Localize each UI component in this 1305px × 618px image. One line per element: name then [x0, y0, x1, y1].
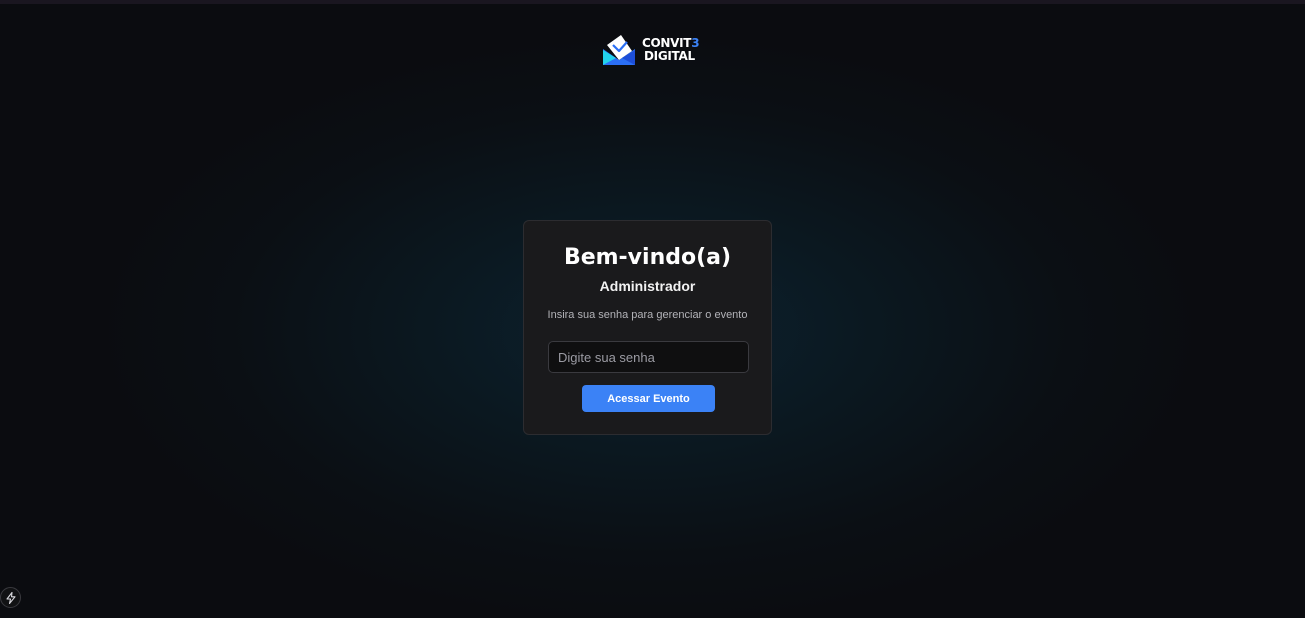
- brand-wordmark: CONVIT3 DIGITAL: [642, 36, 700, 63]
- brand-line2: DIGITAL: [644, 49, 695, 63]
- brand-logo: CONVIT3 DIGITAL: [601, 33, 701, 67]
- lightning-bolt-icon: [5, 591, 16, 604]
- brand-line1-accent: 3: [691, 36, 700, 50]
- login-title: Bem-vindo(a): [563, 245, 732, 270]
- brand-line1-main: CONVIT: [642, 36, 692, 50]
- top-strip: [0, 0, 1305, 4]
- login-card: Bem-vindo(a) Administrador Insira sua se…: [523, 220, 772, 435]
- access-event-button[interactable]: Acessar Evento: [582, 385, 715, 412]
- envelope-logo-icon: [603, 35, 635, 65]
- dev-tools-badge[interactable]: [0, 587, 21, 608]
- password-input[interactable]: [548, 341, 749, 373]
- login-subtitle: Administrador: [599, 278, 696, 294]
- login-instructions: Insira sua senha para gerenciar o evento: [547, 309, 748, 321]
